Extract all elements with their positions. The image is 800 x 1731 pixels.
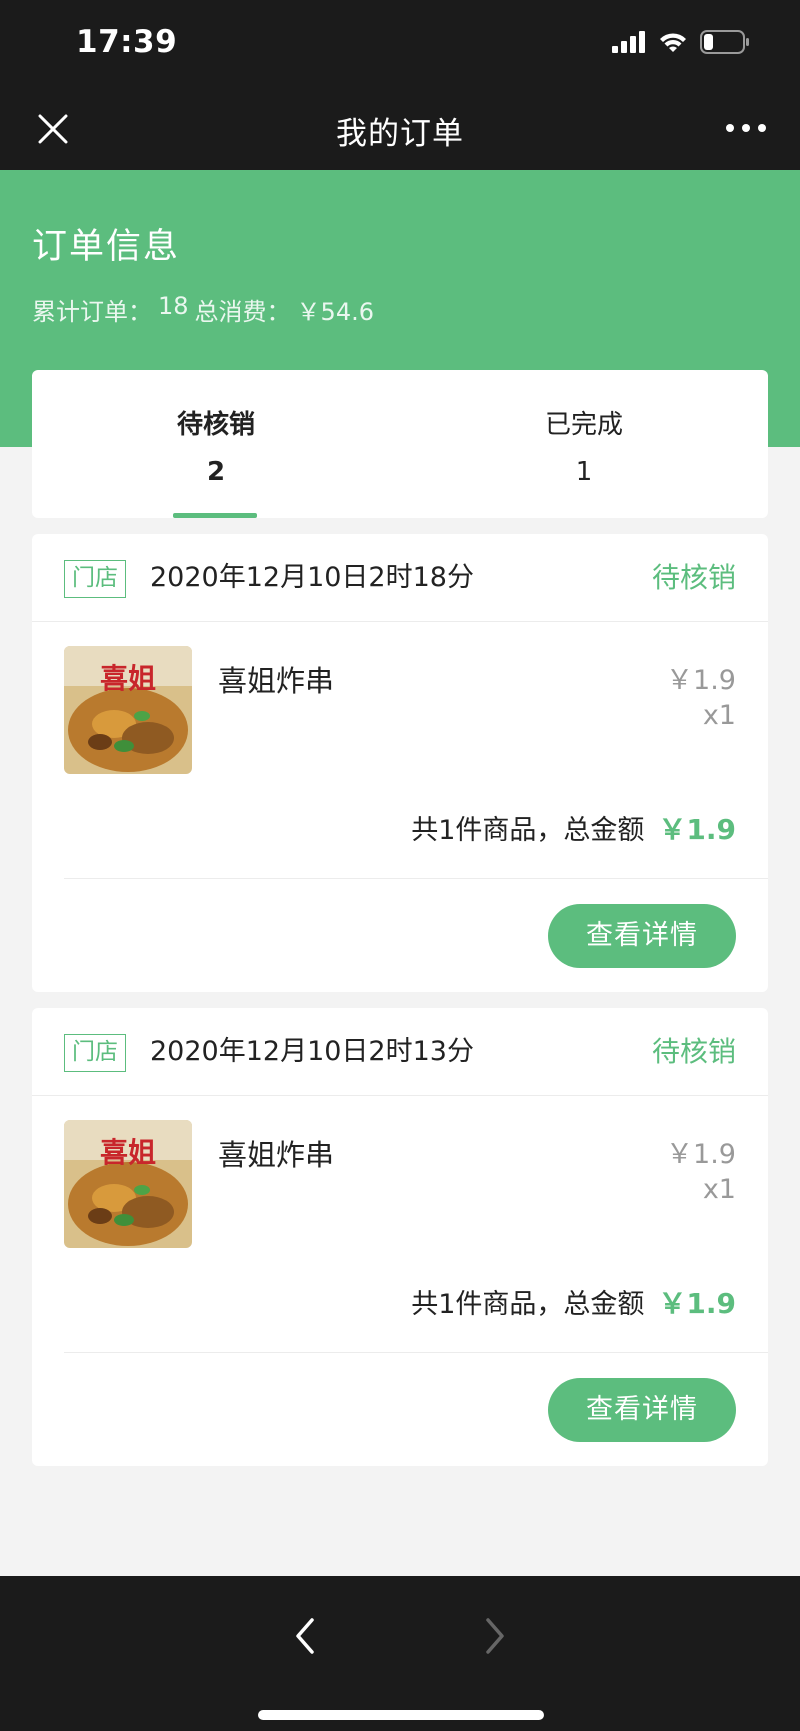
nav-bar: 我的订单 <box>0 88 800 170</box>
back-arrow-icon[interactable] <box>290 1614 320 1658</box>
bottom-toolbar <box>0 1576 800 1731</box>
summary-text: 共1件商品，总金额 <box>411 1289 645 1320</box>
svg-text:喜姐: 喜姐 <box>100 662 156 695</box>
status-bar: 17:39 <box>0 0 800 88</box>
order-card: 门店 2020年12月10日2时18分 待核销 喜姐 喜姐炸串 ￥1.9 x1 … <box>32 534 768 992</box>
summary-text: 共1件商品，总金额 <box>411 815 645 846</box>
order-time: 2020年12月10日2时13分 <box>150 1036 474 1067</box>
active-tab-indicator <box>173 513 257 518</box>
order-total: ￥1.9 <box>658 1287 736 1320</box>
view-details-button[interactable]: 查看详情 <box>548 1378 736 1442</box>
order-summary: 共1件商品，总金额 ￥1.9 <box>411 1282 736 1322</box>
item-price: ￥1.9 <box>666 665 736 696</box>
divider <box>64 1352 768 1353</box>
home-indicator[interactable] <box>258 1710 544 1720</box>
orders-count: 18 <box>158 292 189 320</box>
spend-label: 总消费： <box>194 298 291 326</box>
tab-label: 待核销 <box>176 410 255 440</box>
divider <box>64 878 768 879</box>
tab-count: 1 <box>575 457 593 487</box>
tab-count: 2 <box>206 457 226 487</box>
order-status: 待核销 <box>651 1035 736 1068</box>
status-time: 17:39 <box>76 24 178 60</box>
item-quantity: x1 <box>702 700 736 731</box>
forward-arrow-icon[interactable] <box>480 1614 510 1658</box>
order-status: 待核销 <box>651 561 736 594</box>
item-thumbnail[interactable]: 喜姐 <box>64 1120 192 1248</box>
order-header: 门店 2020年12月10日2时13分 待核销 <box>32 1008 768 1096</box>
banner-stats: 累计订单： 18 总消费： ￥54.6 <box>32 292 374 327</box>
banner-title: 订单信息 <box>32 227 181 267</box>
order-time: 2020年12月10日2时18分 <box>150 562 474 593</box>
item-price: ￥1.9 <box>666 1139 736 1170</box>
wifi-icon <box>660 33 686 52</box>
tab-label: 已完成 <box>544 410 623 440</box>
tab-completed[interactable]: 已完成 1 <box>400 370 768 518</box>
signal-icon <box>612 31 645 53</box>
store-tag: 门店 <box>64 1034 126 1072</box>
order-total: ￥1.9 <box>658 813 736 846</box>
tab-pending[interactable]: 待核销 2 <box>32 370 400 518</box>
order-card: 门店 2020年12月10日2时13分 待核销 喜姐 喜姐炸串 ￥1.9 x1 … <box>32 1008 768 1466</box>
spend-value: ￥54.6 <box>296 298 374 326</box>
view-details-button[interactable]: 查看详情 <box>548 904 736 968</box>
page-title: 我的订单 <box>336 116 464 152</box>
order-header: 门店 2020年12月10日2时18分 待核销 <box>32 534 768 622</box>
item-name: 喜姐炸串 <box>218 1138 335 1172</box>
order-tabs: 待核销 2 已完成 1 <box>32 370 768 518</box>
status-icons <box>612 30 750 54</box>
item-name: 喜姐炸串 <box>218 664 335 698</box>
more-icon[interactable] <box>726 116 766 140</box>
item-quantity: x1 <box>702 1174 736 1205</box>
store-tag: 门店 <box>64 560 126 598</box>
orders-label: 累计订单： <box>32 298 152 326</box>
order-summary: 共1件商品，总金额 ￥1.9 <box>411 808 736 848</box>
svg-text:喜姐: 喜姐 <box>100 1136 156 1169</box>
battery-icon <box>700 30 749 54</box>
item-thumbnail[interactable]: 喜姐 <box>64 646 192 774</box>
